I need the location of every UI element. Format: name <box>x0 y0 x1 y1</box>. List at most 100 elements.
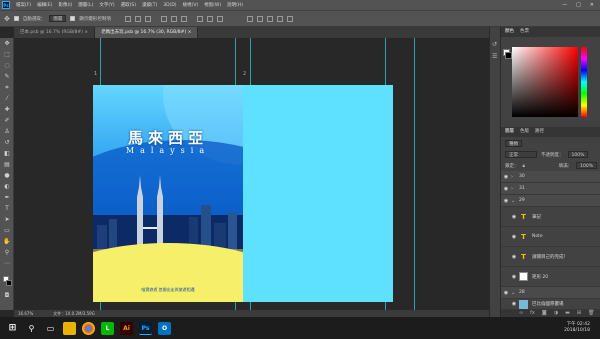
hand-tool-icon[interactable]: ✋ <box>3 238 11 246</box>
visibility-eye-icon[interactable]: ◉ <box>509 301 519 307</box>
trash-icon[interactable]: 🗑︎ <box>588 310 594 317</box>
3d-scale-icon[interactable] <box>286 15 293 22</box>
guide-line[interactable] <box>414 38 415 310</box>
pen-tool-icon[interactable]: ✒ <box>3 194 11 202</box>
menu-3d[interactable]: 3D(D) <box>160 3 179 8</box>
history-brush-tool-icon[interactable]: ↺ <box>3 139 11 147</box>
align-center-icon[interactable] <box>134 15 141 22</box>
gradient-tool-icon[interactable]: ▤ <box>3 161 11 169</box>
background-color-swatch[interactable] <box>6 280 12 286</box>
layer-filter-dropdown[interactable]: 種類 <box>505 140 522 147</box>
3d-pan-icon[interactable] <box>266 15 273 22</box>
tab-channels[interactable]: 色版 <box>520 127 529 137</box>
visibility-eye-icon[interactable]: ◉ <box>509 274 519 280</box>
layer-row[interactable]: ◉ T 請關目己的完成！ <box>501 247 600 267</box>
properties-icon[interactable]: ☰ <box>492 53 497 60</box>
visibility-eye-icon[interactable]: ◉ <box>509 254 519 260</box>
type-tool-icon[interactable]: T <box>3 205 11 213</box>
visibility-eye-icon[interactable]: ◉ <box>509 234 519 240</box>
chevron-right-icon[interactable]: › <box>511 186 519 192</box>
layer-row[interactable]: ◉ ⌄ 28 <box>501 287 600 299</box>
brush-tool-icon[interactable]: ✐ <box>3 117 11 125</box>
chrome-icon[interactable] <box>82 321 95 335</box>
menu-window[interactable]: 視窗(W) <box>201 2 224 8</box>
folder-icon[interactable]: ▬ <box>565 310 570 317</box>
move-tool-icon[interactable]: ✥ <box>3 40 11 48</box>
layer-row[interactable]: ◉ 巴比倫國際畫場 <box>501 299 600 310</box>
menu-type[interactable]: 文字(Y) <box>96 2 117 8</box>
3d-mode-icon[interactable] <box>246 15 253 22</box>
document-info[interactable]: 文件：10.0.2M/3.59G <box>53 310 95 317</box>
minimize-button[interactable]: — <box>562 2 567 8</box>
chevron-down-icon[interactable]: ⌄ <box>511 290 519 296</box>
task-view-icon[interactable]: ▭ <box>44 322 57 335</box>
more-tools-icon[interactable]: ⋯ <box>3 260 11 268</box>
adjustment-icon[interactable]: ◑ <box>554 310 558 317</box>
menu-filter[interactable]: 濾鏡(T) <box>139 2 160 8</box>
tab-document-2[interactable]: 老媽出去玩.psb @ 16.7% (30, RGB/8#) × <box>95 27 199 38</box>
marquee-tool-icon[interactable]: ⬚ <box>3 51 11 59</box>
menu-view[interactable]: 檢視(V) <box>180 2 202 8</box>
document-spread[interactable]: 馬來西亞 Malaysia 喵寶旅遊 悠閒出走與旅遊相遇 <box>93 85 393 302</box>
3d-rotate-icon[interactable] <box>256 15 263 22</box>
system-clock[interactable]: 下午 02:42 2018/10/18 <box>564 322 590 334</box>
cover-page-left[interactable]: 馬來西亞 Malaysia 喵寶旅遊 悠閒出走與旅遊相遇 <box>93 85 243 302</box>
move-tool-icon[interactable]: ✥ <box>4 15 10 23</box>
lock-icon[interactable]: 🔒︎ <box>523 163 525 169</box>
transform-controls-checkbox[interactable] <box>70 16 76 21</box>
quick-select-tool-icon[interactable]: ✎ <box>3 73 11 81</box>
lasso-tool-icon[interactable]: ◌ <box>3 62 11 70</box>
photoshop-icon[interactable]: Ps <box>139 321 152 335</box>
line-icon[interactable]: L <box>101 321 114 335</box>
cover-page-right[interactable] <box>243 85 393 302</box>
quick-mask-icon[interactable]: ◘ <box>3 292 11 300</box>
align-bottom-icon[interactable] <box>180 15 187 22</box>
layer-row[interactable]: ◉ 矩形 20 <box>501 267 600 287</box>
3d-slide-icon[interactable] <box>276 15 283 22</box>
crop-tool-icon[interactable]: ⌗ <box>3 84 11 92</box>
menu-select[interactable]: 選取(S) <box>118 2 139 8</box>
distribute-v-icon[interactable] <box>216 15 223 22</box>
cover-publisher-text[interactable]: 喵寶旅遊 悠閒出走與旅遊相遇 <box>93 287 243 293</box>
align-right-icon[interactable] <box>144 15 151 22</box>
panel-background-swatch[interactable] <box>505 52 512 59</box>
outlook-icon[interactable]: O <box>158 321 171 335</box>
fx-icon[interactable]: fx <box>530 310 535 317</box>
zoom-level[interactable]: 16.67% <box>18 310 33 317</box>
auto-select-checkbox[interactable] <box>13 16 19 21</box>
distribute-h-icon[interactable] <box>206 15 213 22</box>
canvas-area[interactable]: 1 2 馬來西亞 Malaysia 喵寶旅遊 悠閒出走與旅遊相遇 <box>14 38 489 310</box>
layer-row[interactable]: ◉ T Note <box>501 227 600 247</box>
maximize-button[interactable]: □ <box>576 2 581 8</box>
visibility-eye-icon[interactable]: ◉ <box>501 186 511 192</box>
fill-input[interactable]: 100% <box>576 162 597 169</box>
tab-swatches[interactable]: 色票 <box>520 27 529 37</box>
new-layer-icon[interactable]: ⊞ <box>577 310 581 317</box>
layer-row[interactable]: ◉ › 31 <box>501 183 600 195</box>
eraser-tool-icon[interactable]: ◧ <box>3 150 11 158</box>
search-icon[interactable]: ⚲ <box>25 322 38 335</box>
path-selection-tool-icon[interactable]: ➤ <box>3 216 11 224</box>
align-middle-icon[interactable] <box>170 15 177 22</box>
chevron-down-icon[interactable]: ⌄ <box>511 198 519 204</box>
windows-icon[interactable]: ⊞ <box>6 322 19 335</box>
tab-layers[interactable]: 圖層 <box>505 127 514 137</box>
dodge-tool-icon[interactable]: ◐ <box>3 183 11 191</box>
visibility-eye-icon[interactable]: ◉ <box>501 174 511 180</box>
rectangle-tool-icon[interactable]: ▭ <box>3 227 11 235</box>
illustrator-icon[interactable]: Ai <box>120 321 133 335</box>
align-top-icon[interactable] <box>160 15 167 22</box>
zoom-tool-icon[interactable]: ⚲ <box>3 249 11 257</box>
menu-file[interactable]: 檔案(F) <box>13 2 34 8</box>
layer-row[interactable]: ◉ ⌄ 29 <box>501 195 600 207</box>
tab-paths[interactable]: 路徑 <box>535 127 544 137</box>
eyedropper-tool-icon[interactable]: ⁄ <box>3 95 11 103</box>
color-picker-field[interactable] <box>512 47 578 117</box>
history-icon[interactable]: ↺ <box>492 41 497 48</box>
tab-color[interactable]: 顏色 <box>505 27 514 37</box>
hue-slider[interactable] <box>581 47 587 117</box>
align-left-icon[interactable] <box>124 15 131 22</box>
menu-layer[interactable]: 圖層(L) <box>75 2 96 8</box>
visibility-eye-icon[interactable]: ◉ <box>501 198 511 204</box>
blend-mode-dropdown[interactable]: 正常 <box>505 151 537 158</box>
